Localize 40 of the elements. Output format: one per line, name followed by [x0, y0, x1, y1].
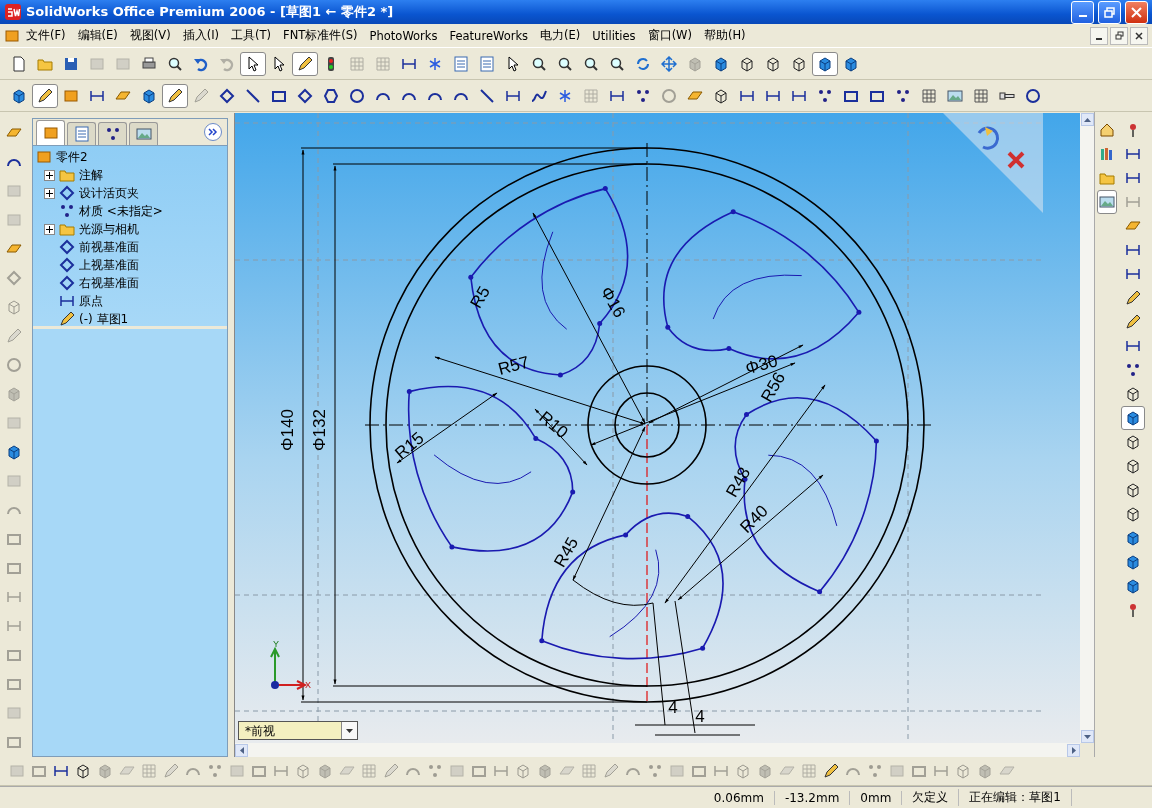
tree-item[interactable]: 光源与相机	[79, 220, 139, 238]
dimension-label[interactable]: 4	[668, 698, 678, 717]
menu-item[interactable]: 工具(T)	[225, 26, 278, 45]
menu-item[interactable]: 文件(F)	[20, 26, 72, 45]
status-field: 正在编辑：草图1	[959, 789, 1072, 806]
dimension-label[interactable]: R5	[466, 283, 494, 312]
tree-item[interactable]: 右视基准面	[79, 274, 139, 292]
axis-label: X	[305, 680, 311, 690]
tree-item[interactable]: (-) 草图1	[79, 310, 129, 328]
tree-item[interactable]: 上视基准面	[79, 256, 139, 274]
menu-item[interactable]: FNT标准件(S)	[277, 26, 364, 45]
dimension-label[interactable]: R10	[535, 407, 572, 443]
tree-item[interactable]: 材质 <未指定>	[79, 202, 163, 220]
dimension-label[interactable]: R15	[391, 428, 428, 464]
menu-item[interactable]: 窗口(W)	[641, 26, 698, 45]
menu-item[interactable]: FeatureWorks	[443, 26, 535, 45]
tree-item[interactable]: 注解	[79, 166, 103, 184]
menu-item[interactable]: 编辑(E)	[71, 26, 124, 45]
menu-item[interactable]: PhotoWorks	[363, 26, 444, 45]
tree-item[interactable]: 原点	[79, 292, 103, 310]
dimension-label[interactable]: R40	[736, 501, 772, 537]
dimension-label[interactable]: Φ140	[278, 409, 297, 451]
menu-item[interactable]: Utilities	[586, 26, 642, 45]
status-field: -13.2mm	[774, 790, 851, 805]
window-title: SolidWorks Office Premium 2006 - [草图1 ← 零件2 *]	[26, 3, 395, 21]
menu-item[interactable]: 视图(V)	[123, 26, 177, 45]
tree-item[interactable]: 设计活页夹	[79, 184, 139, 202]
axis-label: Y	[273, 639, 279, 649]
menu-item[interactable]: 帮助(H)	[698, 26, 752, 45]
tree-item[interactable]: 前视基准面	[79, 238, 139, 256]
status-field: 欠定义	[902, 789, 960, 806]
dimension-label[interactable]: Φ132	[310, 409, 329, 451]
menu-item[interactable]: 电力(E)	[534, 26, 587, 45]
dimension-label[interactable]: 4	[695, 707, 705, 726]
dimension-label[interactable]: R57	[496, 352, 532, 379]
tree-item[interactable]: 零件2	[56, 148, 88, 166]
view-selector[interactable]: *前视	[238, 721, 358, 740]
status-field: 0.06mm	[703, 790, 775, 805]
menu-item[interactable]: 插入(I)	[176, 26, 226, 45]
status-field: 0mm	[850, 790, 903, 805]
